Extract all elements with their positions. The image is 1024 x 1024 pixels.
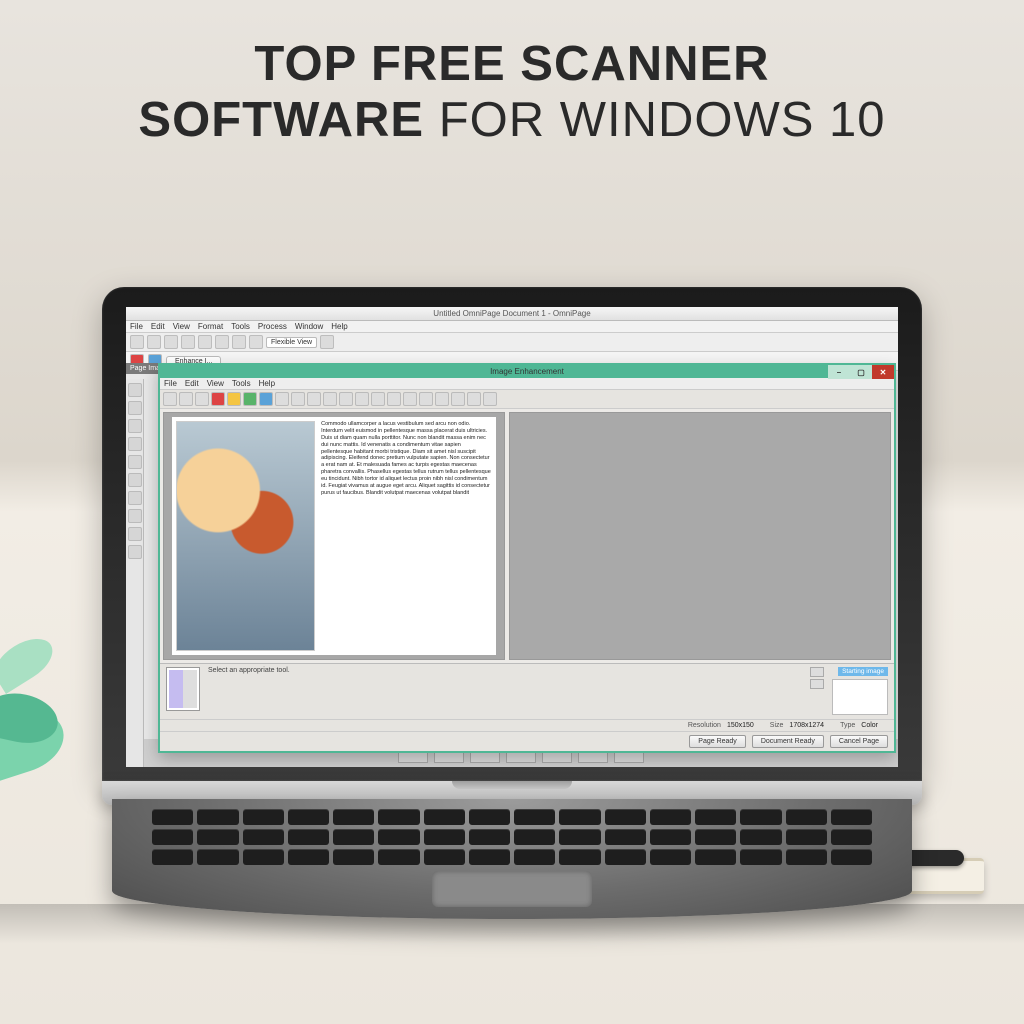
dlg-menu-tools[interactable]: Tools — [232, 379, 251, 388]
tool-3d-icon[interactable] — [435, 392, 449, 406]
tool-green-icon[interactable] — [243, 392, 257, 406]
laptop-mockup: Untitled OmniPage Document 1 - OmniPage … — [102, 287, 922, 919]
screen: Untitled OmniPage Document 1 - OmniPage … — [126, 307, 898, 767]
main-toolbar: Flexible View — [126, 333, 898, 352]
tool-crop-icon[interactable] — [291, 392, 305, 406]
headline-line2a: SOFTWARE — [138, 93, 424, 147]
image-enhancement-dialog: Image Enhancement – ▢ ✕ File Edit View T… — [158, 363, 896, 753]
toolbar-zoom-icon[interactable] — [249, 335, 263, 349]
menu-tools[interactable]: Tools — [231, 322, 250, 331]
dlg-menu-edit[interactable]: Edit — [185, 379, 199, 388]
window-title: Untitled OmniPage Document 1 - OmniPage — [126, 307, 898, 321]
menu-process[interactable]: Process — [258, 322, 287, 331]
toolbar-save-icon[interactable] — [164, 335, 178, 349]
minimize-icon[interactable]: – — [828, 365, 850, 379]
headline-line2b: FOR WINDOWS 10 — [424, 93, 885, 147]
tool-contrast-icon[interactable] — [355, 392, 369, 406]
tool-more-icon[interactable] — [483, 392, 497, 406]
size-value: 1708x1274 — [789, 722, 834, 729]
vtool-2-icon[interactable] — [128, 401, 142, 415]
toolbar-print-icon[interactable] — [181, 335, 195, 349]
toolbar-ocr-icon[interactable] — [215, 335, 229, 349]
vtool-4-icon[interactable] — [128, 437, 142, 451]
history-thumbnail[interactable] — [166, 667, 200, 711]
vtool-3-icon[interactable] — [128, 419, 142, 433]
vtool-9-icon[interactable] — [128, 527, 142, 541]
source-preview[interactable]: Commodo ullamcorper a lacus vestibulum s… — [163, 412, 505, 660]
menu-window[interactable]: Window — [295, 322, 323, 331]
page-ready-button[interactable]: Page Ready — [689, 735, 746, 748]
tool-pointer-icon[interactable] — [163, 392, 177, 406]
tool-hand-icon[interactable] — [195, 392, 209, 406]
menu-edit[interactable]: Edit — [151, 322, 165, 331]
tool-fill-icon[interactable] — [387, 392, 401, 406]
document-ready-button[interactable]: Document Ready — [752, 735, 824, 748]
toolbar-extra-icon[interactable] — [320, 335, 334, 349]
dialog-title-bar[interactable]: Image Enhancement – ▢ ✕ — [160, 365, 894, 378]
dialog-info-bar: Resolution 150x150 Size 1708x1274 Type C… — [160, 720, 894, 732]
document-preview: Commodo ullamcorper a lacus vestibulum s… — [172, 417, 496, 655]
tool-despeckle-icon[interactable] — [323, 392, 337, 406]
resolution-value: 150x150 — [727, 722, 764, 729]
tool-brightness-icon[interactable] — [339, 392, 353, 406]
main-menu-bar: File Edit View Format Tools Process Wind… — [126, 321, 898, 333]
menu-view[interactable]: View — [173, 322, 190, 331]
tool-blue-icon[interactable] — [259, 392, 273, 406]
starting-image-thumb[interactable] — [832, 679, 888, 715]
tool-undo-icon[interactable] — [451, 392, 465, 406]
plant-decor — [0, 644, 110, 824]
menu-file[interactable]: File — [130, 322, 143, 331]
scanned-text: Commodo ullamcorper a lacus vestibulum s… — [321, 421, 492, 651]
tool-redo-icon[interactable] — [467, 392, 481, 406]
laptop-keyboard — [112, 799, 912, 919]
resolution-label: Resolution — [688, 722, 721, 729]
history-down-icon[interactable] — [810, 679, 824, 689]
dlg-menu-help[interactable]: Help — [259, 379, 275, 388]
tool-erase-icon[interactable] — [371, 392, 385, 406]
tool-line-icon[interactable] — [403, 392, 417, 406]
toolbar-new-icon[interactable] — [130, 335, 144, 349]
menu-format[interactable]: Format — [198, 322, 223, 331]
toolbar-open-icon[interactable] — [147, 335, 161, 349]
vtool-10-icon[interactable] — [128, 545, 142, 559]
type-label: Type — [840, 722, 855, 729]
dialog-toolbar — [160, 390, 894, 409]
headline: TOP FREE SCANNER SOFTWARE FOR WINDOWS 10 — [0, 0, 1024, 149]
size-label: Size — [770, 722, 784, 729]
dialog-title: Image Enhancement — [490, 367, 564, 376]
type-value: Color — [861, 722, 888, 729]
tool-zoom-icon[interactable] — [179, 392, 193, 406]
cancel-page-button[interactable]: Cancel Page — [830, 735, 888, 748]
dialog-menu-bar: File Edit View Tools Help — [160, 378, 894, 390]
status-text: Select an appropriate tool. — [208, 667, 802, 674]
vtool-1-icon[interactable] — [128, 383, 142, 397]
tool-deskew-icon[interactable] — [307, 392, 321, 406]
dialog-preview-area: Commodo ullamcorper a lacus vestibulum s… — [160, 409, 894, 664]
starting-image-label: Starting image — [838, 667, 888, 676]
headline-line1: TOP FREE SCANNER — [254, 37, 769, 91]
dlg-menu-view[interactable]: View — [207, 379, 224, 388]
close-icon[interactable]: ✕ — [872, 365, 894, 379]
tool-yellow-icon[interactable] — [227, 392, 241, 406]
menu-help[interactable]: Help — [331, 322, 347, 331]
tool-red-icon[interactable] — [211, 392, 225, 406]
toolbar-export-icon[interactable] — [232, 335, 246, 349]
dlg-menu-file[interactable]: File — [164, 379, 177, 388]
dialog-button-bar: Page Ready Document Ready Cancel Page — [160, 732, 894, 751]
result-preview[interactable] — [509, 412, 891, 660]
view-mode-dropdown[interactable]: Flexible View — [266, 337, 317, 348]
tool-rotate-icon[interactable] — [275, 392, 289, 406]
vtool-6-icon[interactable] — [128, 473, 142, 487]
toolbar-scan-icon[interactable] — [198, 335, 212, 349]
vertical-toolbar — [126, 379, 144, 767]
tool-border-icon[interactable] — [419, 392, 433, 406]
scanned-photo — [176, 421, 315, 651]
dialog-status-area: Select an appropriate tool. Starting ima… — [160, 664, 894, 720]
vtool-5-icon[interactable] — [128, 455, 142, 469]
history-up-icon[interactable] — [810, 667, 824, 677]
vtool-7-icon[interactable] — [128, 491, 142, 505]
vtool-8-icon[interactable] — [128, 509, 142, 523]
maximize-icon[interactable]: ▢ — [850, 365, 872, 379]
